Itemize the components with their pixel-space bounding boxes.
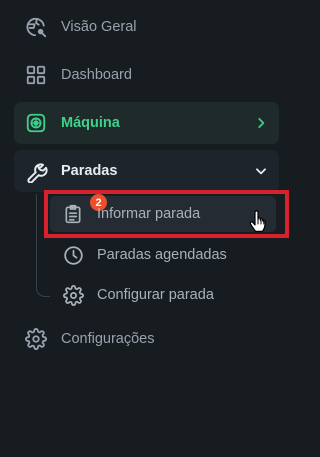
nav-item-visao-geral[interactable]: Visão Geral [14, 6, 279, 48]
nav-item-maquina[interactable]: Máquina [14, 102, 279, 144]
submenu-item-configurar-parada[interactable]: Configurar parada [50, 277, 276, 313]
gear-icon [62, 284, 84, 306]
machine-icon [24, 111, 48, 135]
nav-item-label: Configurações [61, 331, 155, 347]
nav-item-label: Paradas [61, 163, 118, 179]
nav-item-label: Visão Geral [61, 19, 137, 35]
submenu-item-label: Configurar parada [97, 287, 214, 303]
nav-item-configuracoes[interactable]: Configurações [14, 318, 279, 360]
nav-item-label: Máquina [61, 115, 120, 131]
gear-icon [24, 327, 48, 351]
nav-item-dashboard[interactable]: Dashboard [14, 54, 279, 96]
chevron-right-icon [253, 115, 269, 131]
clipboard-icon: 2 [62, 194, 107, 225]
submenu-item-label: Paradas agendadas [97, 247, 227, 263]
submenu-item-label: Informar parada [97, 206, 201, 222]
clock-icon [62, 244, 84, 266]
hand-cursor-icon [249, 210, 269, 234]
chevron-down-icon [253, 163, 269, 179]
submenu-item-paradas-agendadas[interactable]: Paradas agendadas [50, 237, 276, 273]
submenu-item-informar-parada[interactable]: 2 Informar parada [50, 194, 276, 232]
nav-item-paradas[interactable]: Paradas [14, 150, 279, 192]
globe-search-icon [24, 15, 48, 39]
wrench-icon [24, 159, 48, 183]
submenu-tree-line [36, 194, 50, 297]
nav-item-label: Dashboard [61, 67, 132, 83]
grid-icon [24, 63, 48, 87]
